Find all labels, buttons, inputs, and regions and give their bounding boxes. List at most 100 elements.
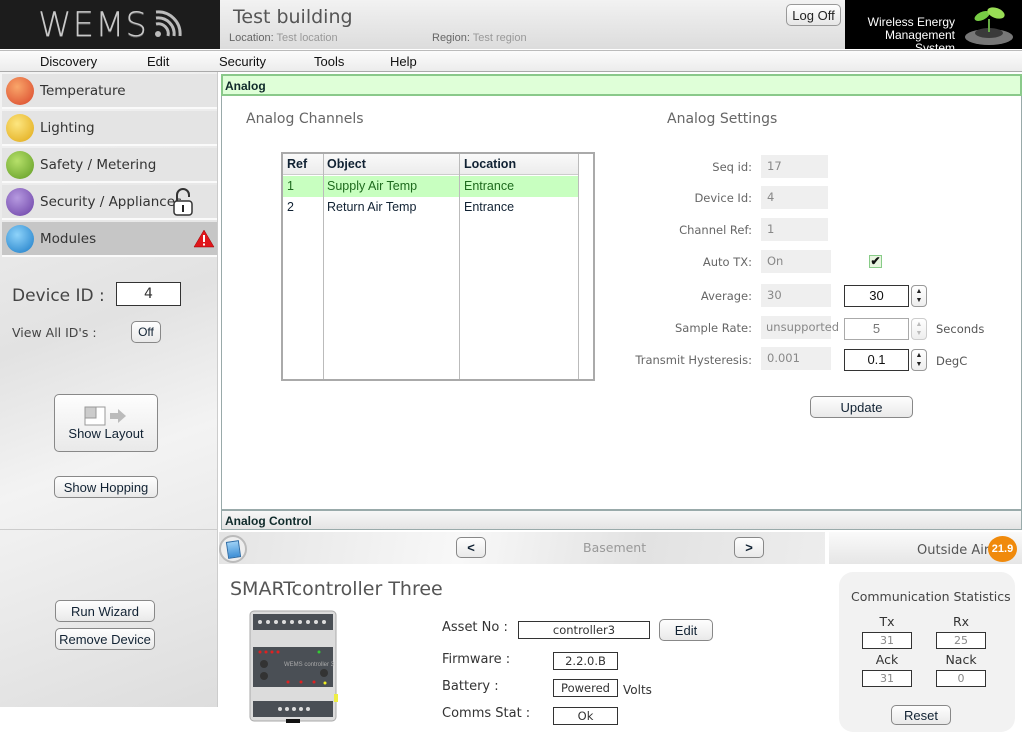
column-header-location[interactable]: Location [464, 157, 516, 171]
average-stepper[interactable]: ▲ ▼ [911, 285, 927, 307]
analog-channels-table: Ref Object Location 1 Supply Air Temp En… [281, 152, 595, 381]
comms-stat-value: Ok [553, 707, 618, 725]
column-divider [323, 154, 324, 379]
sidebar-item-safety-metering[interactable]: Safety / Metering [2, 148, 217, 183]
sidebar-divider [0, 529, 218, 530]
analog-control-header[interactable]: Analog Control [221, 510, 1022, 530]
nack-value: 0 [936, 670, 986, 687]
sample-rate-label: Sample Rate: [674, 321, 752, 335]
analog-settings-title: Analog Settings [667, 111, 778, 127]
channel-ref-label: Channel Ref: [679, 223, 752, 237]
rx-label: Rx [952, 614, 970, 629]
communication-statistics-title: Communication Statistics [851, 589, 1011, 604]
run-wizard-button[interactable]: Run Wizard [55, 600, 155, 622]
analog-channels-title: Analog Channels [246, 111, 364, 127]
ack-value: 31 [862, 670, 912, 687]
update-button[interactable]: Update [810, 396, 913, 418]
channel-ref-value: 1 [761, 218, 828, 241]
reset-stats-button[interactable]: Reset [891, 705, 951, 725]
menu-discovery[interactable]: Discovery [40, 54, 97, 69]
column-header-object[interactable]: Object [327, 157, 366, 171]
column-header-ref[interactable]: Ref [287, 157, 307, 171]
tx-value: 31 [862, 632, 912, 649]
device-title: SMARTcontroller Three [230, 578, 443, 600]
transmit-hysteresis-unit: DegC [936, 354, 968, 368]
previous-floor-button[interactable]: < [456, 537, 486, 558]
module-device-icon [6, 224, 34, 253]
outside-air-label: Outside Air [917, 543, 990, 558]
lightbulb-icon [6, 113, 34, 142]
battery-unit: Volts [623, 683, 652, 697]
sample-rate-value: unsupported [761, 316, 839, 339]
device-id-input[interactable]: 4 [116, 282, 181, 306]
analog-panel-header[interactable]: Analog [221, 74, 1022, 96]
smartcontroller-device-image: WEMS controller 3 [249, 610, 338, 723]
edit-asset-button[interactable]: Edit [659, 619, 713, 641]
region: Region: Test region [432, 32, 527, 44]
tx-label: Tx [879, 614, 895, 629]
device-id-label: Device ID : [12, 286, 105, 306]
average-value: 30 [761, 284, 831, 307]
average-label: Average: [700, 289, 752, 303]
log-off-button[interactable]: Log Off [786, 4, 841, 26]
next-floor-button[interactable]: > [734, 537, 764, 558]
transmit-hysteresis-stepper[interactable]: ▲ ▼ [911, 349, 927, 371]
plant-in-hands-icon [965, 7, 1013, 45]
transmit-hysteresis-label: Transmit Hysteresis: [635, 353, 752, 367]
view-all-ids-toggle[interactable]: Off [131, 321, 161, 343]
show-layout-button[interactable]: Show Layout [54, 394, 158, 452]
alert-triangle-icon [193, 229, 215, 248]
comms-stat-label: Comms Stat : [442, 706, 531, 721]
remove-device-button[interactable]: Remove Device [55, 628, 155, 650]
sidebar-item-lighting[interactable]: Lighting [2, 111, 217, 146]
firmware-value: 2.2.0.B [553, 652, 618, 670]
auto-tx-value: On [761, 250, 831, 273]
layout-arrow-icon [84, 406, 126, 425]
battery-value: Powered [553, 679, 618, 697]
menu-edit[interactable]: Edit [147, 54, 169, 69]
menu-bar: Discovery Edit Security Tools Help [0, 50, 1022, 72]
sidebar-item-modules[interactable]: Modules [2, 222, 217, 257]
ack-label: Ack [875, 652, 899, 667]
location: Location: Test location [229, 32, 338, 44]
thermometer-snowflake-icon [6, 76, 34, 105]
svg-text:WEMS controller 3: WEMS controller 3 [284, 662, 335, 668]
nack-label: Nack [945, 652, 977, 667]
floor-name: Basement [583, 540, 647, 555]
sample-rate-stepper[interactable]: ▲ ▼ [911, 318, 927, 340]
appliance-icon [6, 187, 34, 216]
average-input[interactable]: 30 [844, 285, 909, 307]
sample-rate-input[interactable]: 5 [844, 318, 909, 340]
auto-tx-checkbox[interactable]: ✔ [869, 255, 882, 268]
notepad-icon[interactable] [219, 535, 247, 563]
warning-meter-icon [6, 150, 34, 179]
asset-no-field[interactable]: controller3 [518, 621, 650, 639]
menu-help[interactable]: Help [390, 54, 417, 69]
brand-banner: Wireless Energy Management System [845, 0, 1022, 55]
column-divider [459, 154, 460, 379]
building-title: Test building [233, 6, 353, 28]
sample-rate-unit: Seconds [936, 322, 985, 336]
outside-air-temperature-badge: 21.9 [988, 536, 1017, 562]
table-row[interactable]: 1 Supply Air Temp Entrance [283, 176, 578, 197]
building-info: Test building Location: Test location Re… [220, 0, 845, 49]
seq-id-value: 17 [761, 155, 828, 178]
show-hopping-button[interactable]: Show Hopping [54, 476, 158, 498]
menu-tools[interactable]: Tools [314, 54, 344, 69]
app-header: WEMS Test building Location: Test locati… [0, 0, 1022, 55]
device-id-setting-label: Device Id: [694, 191, 752, 205]
table-header: Ref Object Location [283, 154, 578, 175]
battery-label: Battery : [442, 679, 499, 694]
seq-id-label: Seq id: [712, 160, 752, 174]
wems-logo: WEMS [0, 0, 220, 49]
asset-no-label: Asset No : [442, 620, 508, 635]
transmit-hysteresis-value: 0.001 [761, 347, 831, 370]
transmit-hysteresis-input[interactable]: 0.1 [844, 349, 909, 371]
wireless-signal-icon [155, 9, 182, 37]
menu-security[interactable]: Security [219, 54, 266, 69]
table-scrollbar-edge [578, 154, 579, 379]
sidebar-item-security-appliances[interactable]: Security / Appliances [2, 185, 217, 220]
rx-value: 25 [936, 632, 986, 649]
table-row[interactable]: 2 Return Air Temp Entrance [283, 197, 578, 218]
sidebar-item-temperature[interactable]: Temperature [2, 74, 217, 109]
